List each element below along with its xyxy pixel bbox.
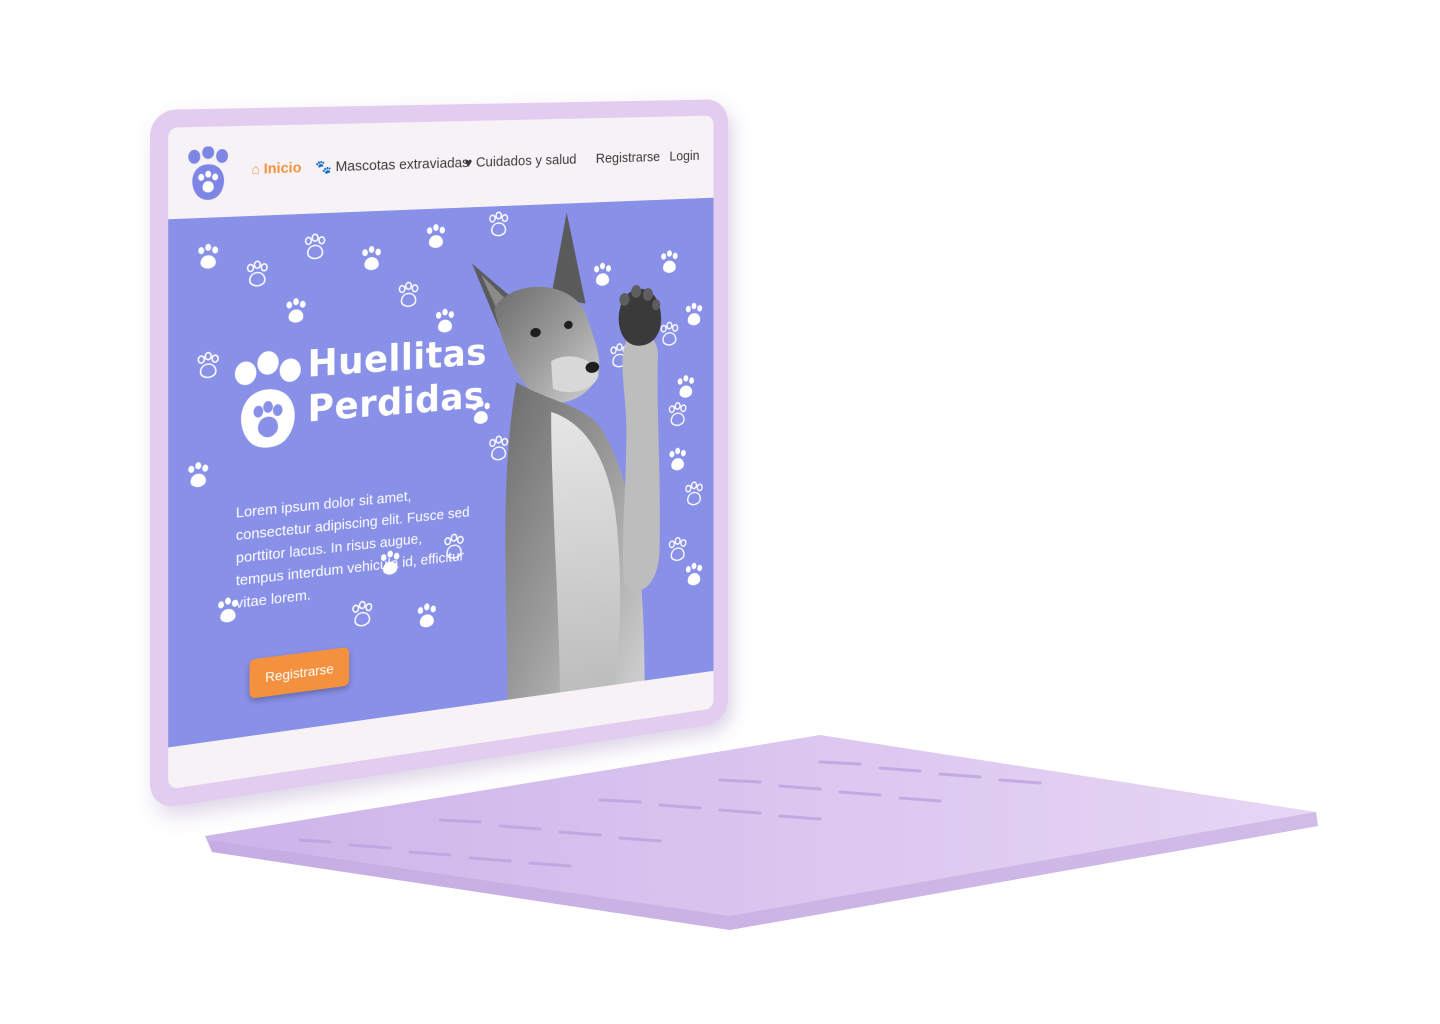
nav-item-cuidados-y-salud[interactable]: ♥ Cuidados y salud <box>465 152 577 171</box>
nav-item-label: Inicio <box>263 159 302 178</box>
paw-logo-icon[interactable] <box>184 145 232 203</box>
nav-item-mascotas-extraviadas[interactable]: 🐾 Mascotas extraviadas <box>315 155 469 176</box>
login-link[interactable]: Login <box>669 148 699 164</box>
paw-brand-icon <box>234 350 301 450</box>
register-link[interactable]: Registrarse <box>596 149 660 166</box>
brand-title-block: Huellitas Perdidas <box>232 331 487 465</box>
home-icon: ⌂ <box>251 160 260 177</box>
browser-screen: ⌂ Inicio 🐾 Mascotas extraviadas ♥ Cuidados … <box>168 115 714 790</box>
laptop-lid: ⌂ Inicio 🐾 Mascotas extraviadas ♥ Cuidados … <box>150 99 729 810</box>
paw-icon: 🐾 <box>315 158 332 175</box>
hero-section: Huellitas Perdidas Lorem ipsum dolor sit… <box>168 197 714 748</box>
heart-icon: ♥ <box>464 154 473 170</box>
device-mockup: ⌂ Inicio 🐾 Mascotas extraviadas ♥ Cuidados … <box>0 0 1440 1024</box>
dog-photo <box>471 211 662 701</box>
nav-item-label: Mascotas extraviadas <box>335 154 469 176</box>
nav-item-label: Cuidados y salud <box>475 151 577 171</box>
nav-item-inicio[interactable]: ⌂ Inicio <box>252 160 302 178</box>
